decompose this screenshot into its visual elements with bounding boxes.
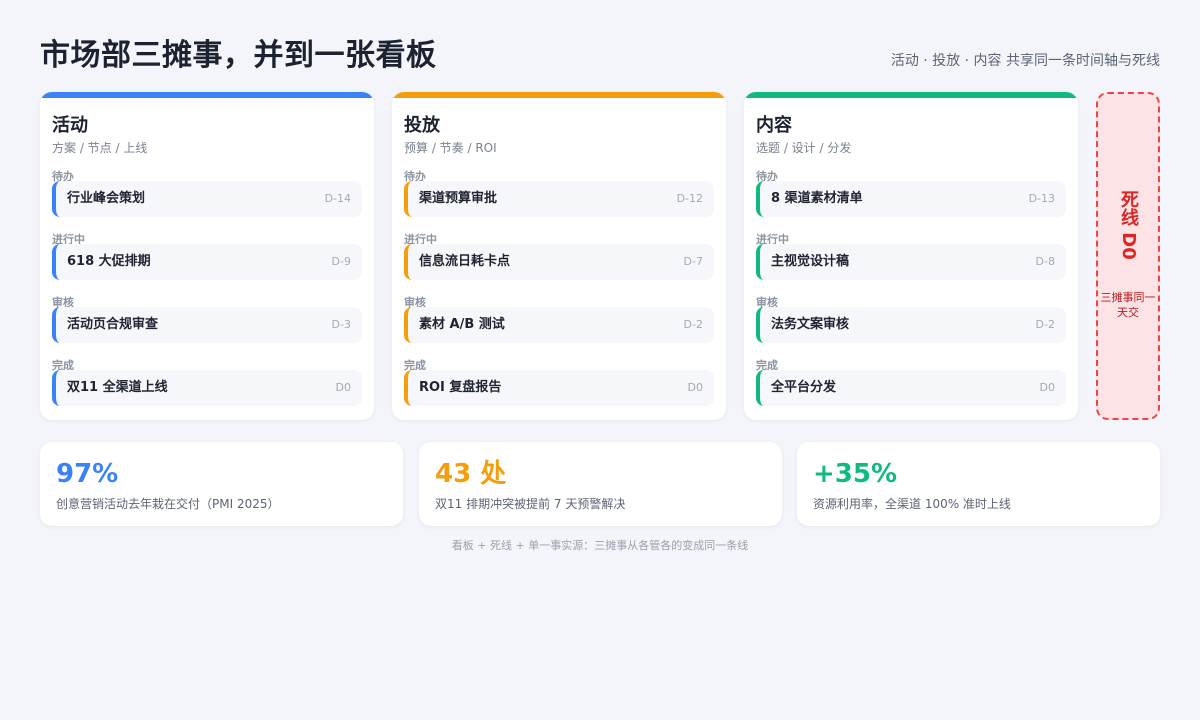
task-card[interactable]: 渠道预算审批 D-12	[404, 181, 714, 217]
stat-value: 97%	[56, 459, 119, 489]
board-activity: 活动 方案 / 节点 / 上线 待办 行业峰会策划 D-14 进行中 618 大…	[40, 92, 374, 420]
lane-todo: 待办 行业峰会策划 D-14	[52, 170, 362, 230]
lane-done: 完成 ROI 复盘报告 D0	[404, 359, 714, 419]
board-columns: 活动 方案 / 节点 / 上线 待办 行业峰会策划 D-14 进行中 618 大…	[40, 92, 1160, 420]
stat-description: 创意营销活动去年栽在交付（PMI 2025）	[56, 497, 280, 511]
task-countdown: D-12	[676, 192, 703, 205]
board-title: 内容	[756, 115, 792, 136]
board-subtitle: 预算 / 节奏 / ROI	[404, 141, 497, 155]
task-countdown: D-13	[1028, 192, 1055, 205]
stat-description: 资源利用率，全渠道 100% 准时上线	[813, 497, 1011, 511]
task-card[interactable]: ROI 复盘报告 D0	[404, 370, 714, 406]
task-card[interactable]: 主视觉设计稿 D-8	[756, 244, 1066, 280]
lane-in-progress: 进行中 618 大促排期 D-9	[52, 233, 362, 293]
task-countdown: D0	[335, 381, 351, 394]
board-subtitle: 方案 / 节点 / 上线	[52, 141, 148, 155]
lane-in-progress: 进行中 主视觉设计稿 D-8	[756, 233, 1066, 293]
task-name: 双11 全渠道上线	[67, 380, 168, 395]
stat-card: 43 处 双11 排期冲突被提前 7 天预警解决	[419, 442, 782, 526]
footer-note: 看板 + 死线 + 单一事实源：三摊事从各管各的变成同一条线	[451, 539, 749, 552]
lane-review: 审核 法务文案审核 D-2	[756, 296, 1066, 356]
task-name: ROI 复盘报告	[419, 380, 502, 395]
lane-done: 完成 双11 全渠道上线 D0	[52, 359, 362, 419]
task-countdown: D-2	[683, 318, 703, 331]
task-name: 渠道预算审批	[419, 191, 498, 206]
task-countdown: D-2	[1035, 318, 1055, 331]
task-countdown: D-14	[324, 192, 351, 205]
task-countdown: D-7	[683, 255, 703, 268]
lane-todo: 待办 8 渠道素材清单 D-13	[756, 170, 1066, 230]
deadline-label: 死线 D0	[1118, 190, 1139, 260]
task-name: 法务文案审核	[771, 317, 850, 332]
dashboard-page: 市场部三摊事，并到一张看板 活动 · 投放 · 内容 共享同一条时间轴与死线 活…	[0, 0, 1200, 720]
task-name: 8 渠道素材清单	[771, 191, 863, 206]
task-name: 素材 A/B 测试	[419, 317, 505, 332]
page-subtitle: 活动 · 投放 · 内容 共享同一条时间轴与死线	[890, 53, 1160, 69]
stats-row: 97% 创意营销活动去年栽在交付（PMI 2025） 43 处 双11 排期冲突…	[40, 442, 1160, 526]
task-card[interactable]: 双11 全渠道上线 D0	[52, 370, 362, 406]
task-countdown: D0	[1039, 381, 1055, 394]
task-countdown: D-9	[331, 255, 351, 268]
lane-in-progress: 进行中 信息流日耗卡点 D-7	[404, 233, 714, 293]
page-title: 市场部三摊事，并到一张看板	[40, 38, 437, 73]
task-card[interactable]: 8 渠道素材清单 D-13	[756, 181, 1066, 217]
lane-todo: 待办 渠道预算审批 D-12	[404, 170, 714, 230]
task-name: 主视觉设计稿	[771, 254, 850, 269]
task-name: 活动页合规审查	[67, 317, 159, 332]
task-name: 信息流日耗卡点	[419, 254, 511, 269]
board-title: 投放	[404, 115, 440, 136]
task-card[interactable]: 行业峰会策划 D-14	[52, 181, 362, 217]
stat-card: +35% 资源利用率，全渠道 100% 准时上线	[797, 442, 1160, 526]
task-countdown: D-8	[1035, 255, 1055, 268]
board-subtitle: 选题 / 设计 / 分发	[756, 141, 852, 155]
lane-review: 审核 素材 A/B 测试 D-2	[404, 296, 714, 356]
task-name: 618 大促排期	[67, 254, 151, 269]
task-card[interactable]: 法务文案审核 D-2	[756, 307, 1066, 343]
board-content: 内容 选题 / 设计 / 分发 待办 8 渠道素材清单 D-13 进行中 主视觉…	[744, 92, 1078, 420]
board-advertising: 投放 预算 / 节奏 / ROI 待办 渠道预算审批 D-12 进行中 信息流日…	[392, 92, 726, 420]
stat-value: 43 处	[435, 459, 507, 489]
task-card[interactable]: 全平台分发 D0	[756, 370, 1066, 406]
task-name: 全平台分发	[771, 380, 837, 395]
stat-card: 97% 创意营销活动去年栽在交付（PMI 2025）	[40, 442, 403, 526]
deadline-note: 三摊事同一天交	[1100, 291, 1156, 319]
stat-description: 双11 排期冲突被提前 7 天预警解决	[435, 497, 626, 511]
task-name: 行业峰会策划	[67, 191, 146, 206]
task-card[interactable]: 618 大促排期 D-9	[52, 244, 362, 280]
task-card[interactable]: 信息流日耗卡点 D-7	[404, 244, 714, 280]
task-card[interactable]: 素材 A/B 测试 D-2	[404, 307, 714, 343]
deadline-marker: 死线 D0 三摊事同一天交	[1096, 92, 1160, 420]
lane-done: 完成 全平台分发 D0	[756, 359, 1066, 419]
lane-review: 审核 活动页合规审查 D-3	[52, 296, 362, 356]
board-title: 活动	[52, 115, 88, 136]
task-card[interactable]: 活动页合规审查 D-3	[52, 307, 362, 343]
header: 市场部三摊事，并到一张看板 活动 · 投放 · 内容 共享同一条时间轴与死线	[40, 34, 1160, 82]
task-countdown: D0	[687, 381, 703, 394]
stat-value: +35%	[813, 459, 898, 489]
task-countdown: D-3	[331, 318, 351, 331]
